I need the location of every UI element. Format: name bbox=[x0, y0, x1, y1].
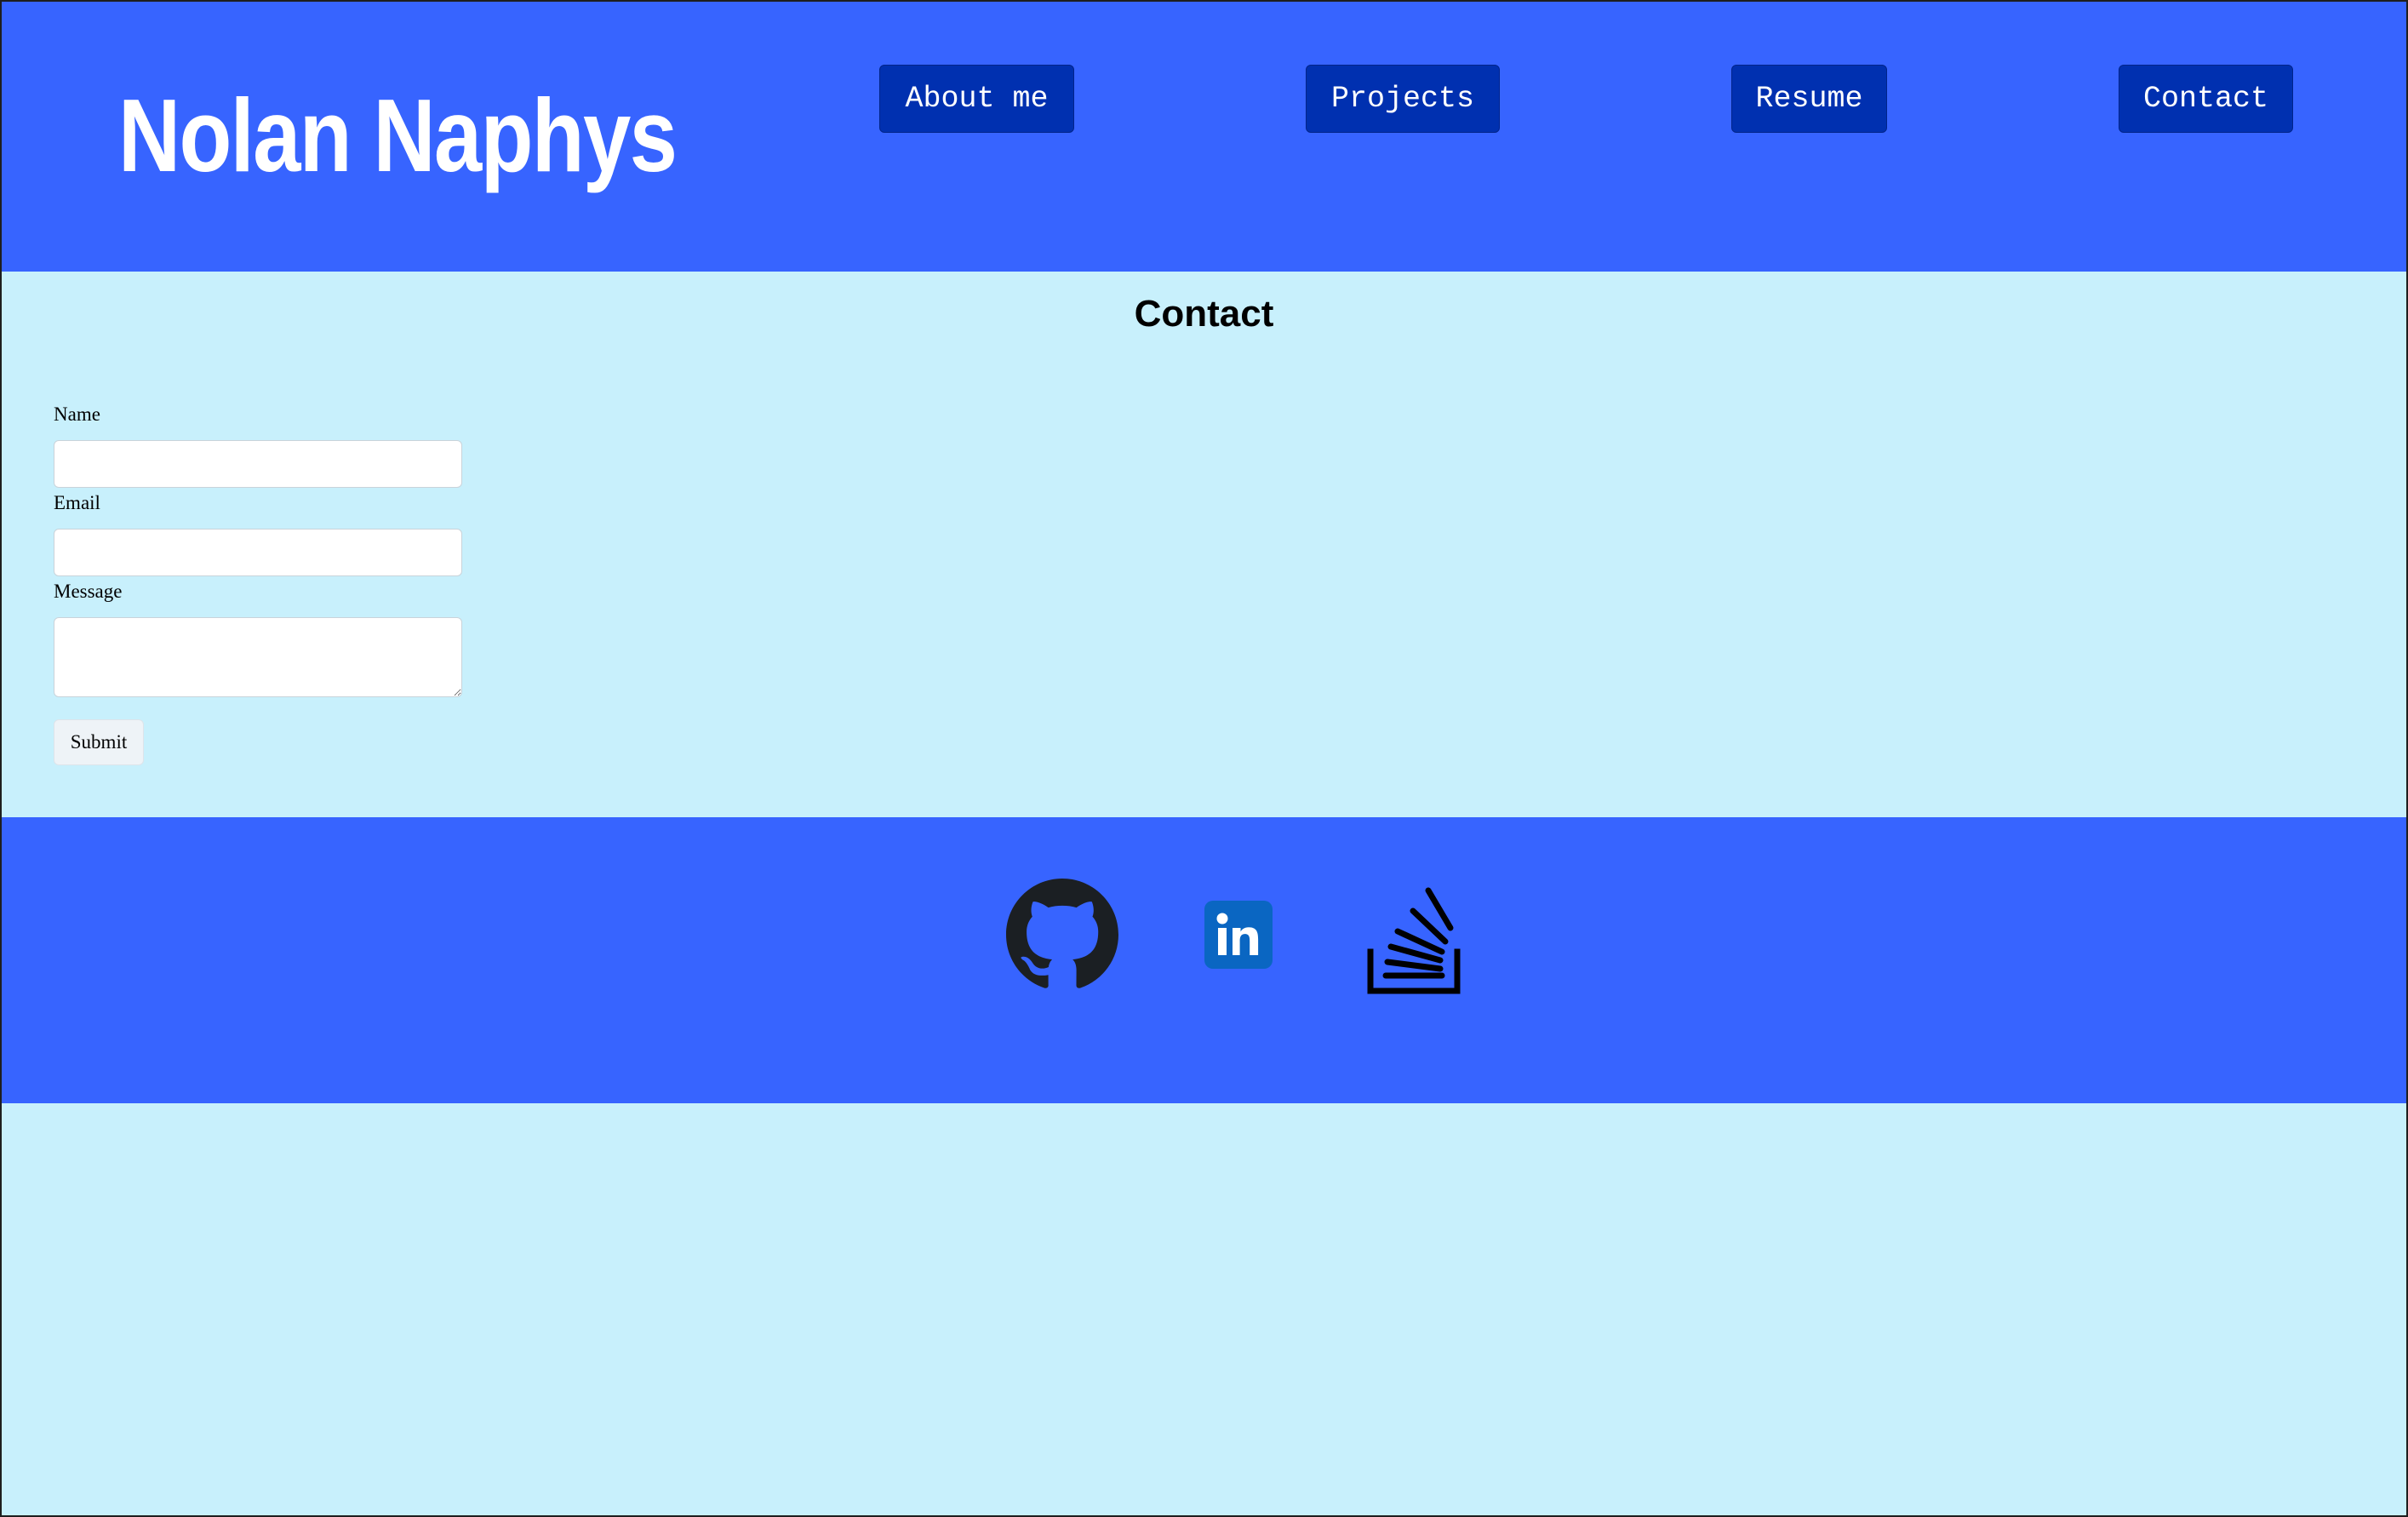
name-label: Name bbox=[54, 404, 100, 425]
github-icon bbox=[1006, 879, 1118, 988]
nav-projects-button[interactable]: Projects bbox=[1306, 65, 1500, 133]
message-label: Message bbox=[54, 581, 123, 602]
stackoverflow-icon bbox=[1367, 887, 1461, 994]
nav-contact-button[interactable]: Contact bbox=[2119, 65, 2293, 133]
submit-button[interactable]: Submit bbox=[54, 719, 144, 765]
github-link[interactable] bbox=[1006, 879, 1118, 991]
contact-section: Contact Name Email Message Submit bbox=[2, 272, 2406, 817]
page-background bbox=[2, 1103, 2406, 1515]
contact-heading: Contact bbox=[1134, 293, 1274, 335]
email-input[interactable] bbox=[54, 529, 462, 576]
name-input[interactable] bbox=[54, 440, 462, 488]
nav-resume-button[interactable]: Resume bbox=[1731, 65, 1887, 133]
linkedin-icon bbox=[1204, 901, 1273, 969]
nav-about-button[interactable]: About me bbox=[879, 65, 1074, 133]
linkedin-link[interactable] bbox=[1204, 901, 1273, 969]
site-title: Nolan Naphys bbox=[118, 77, 678, 193]
stackoverflow-link[interactable] bbox=[1367, 885, 1462, 994]
email-label: Email bbox=[54, 492, 100, 513]
site-header: Nolan Naphys About me Projects Resume Co… bbox=[2, 2, 2406, 272]
message-textarea[interactable] bbox=[54, 617, 462, 697]
site-footer bbox=[2, 817, 2406, 1103]
